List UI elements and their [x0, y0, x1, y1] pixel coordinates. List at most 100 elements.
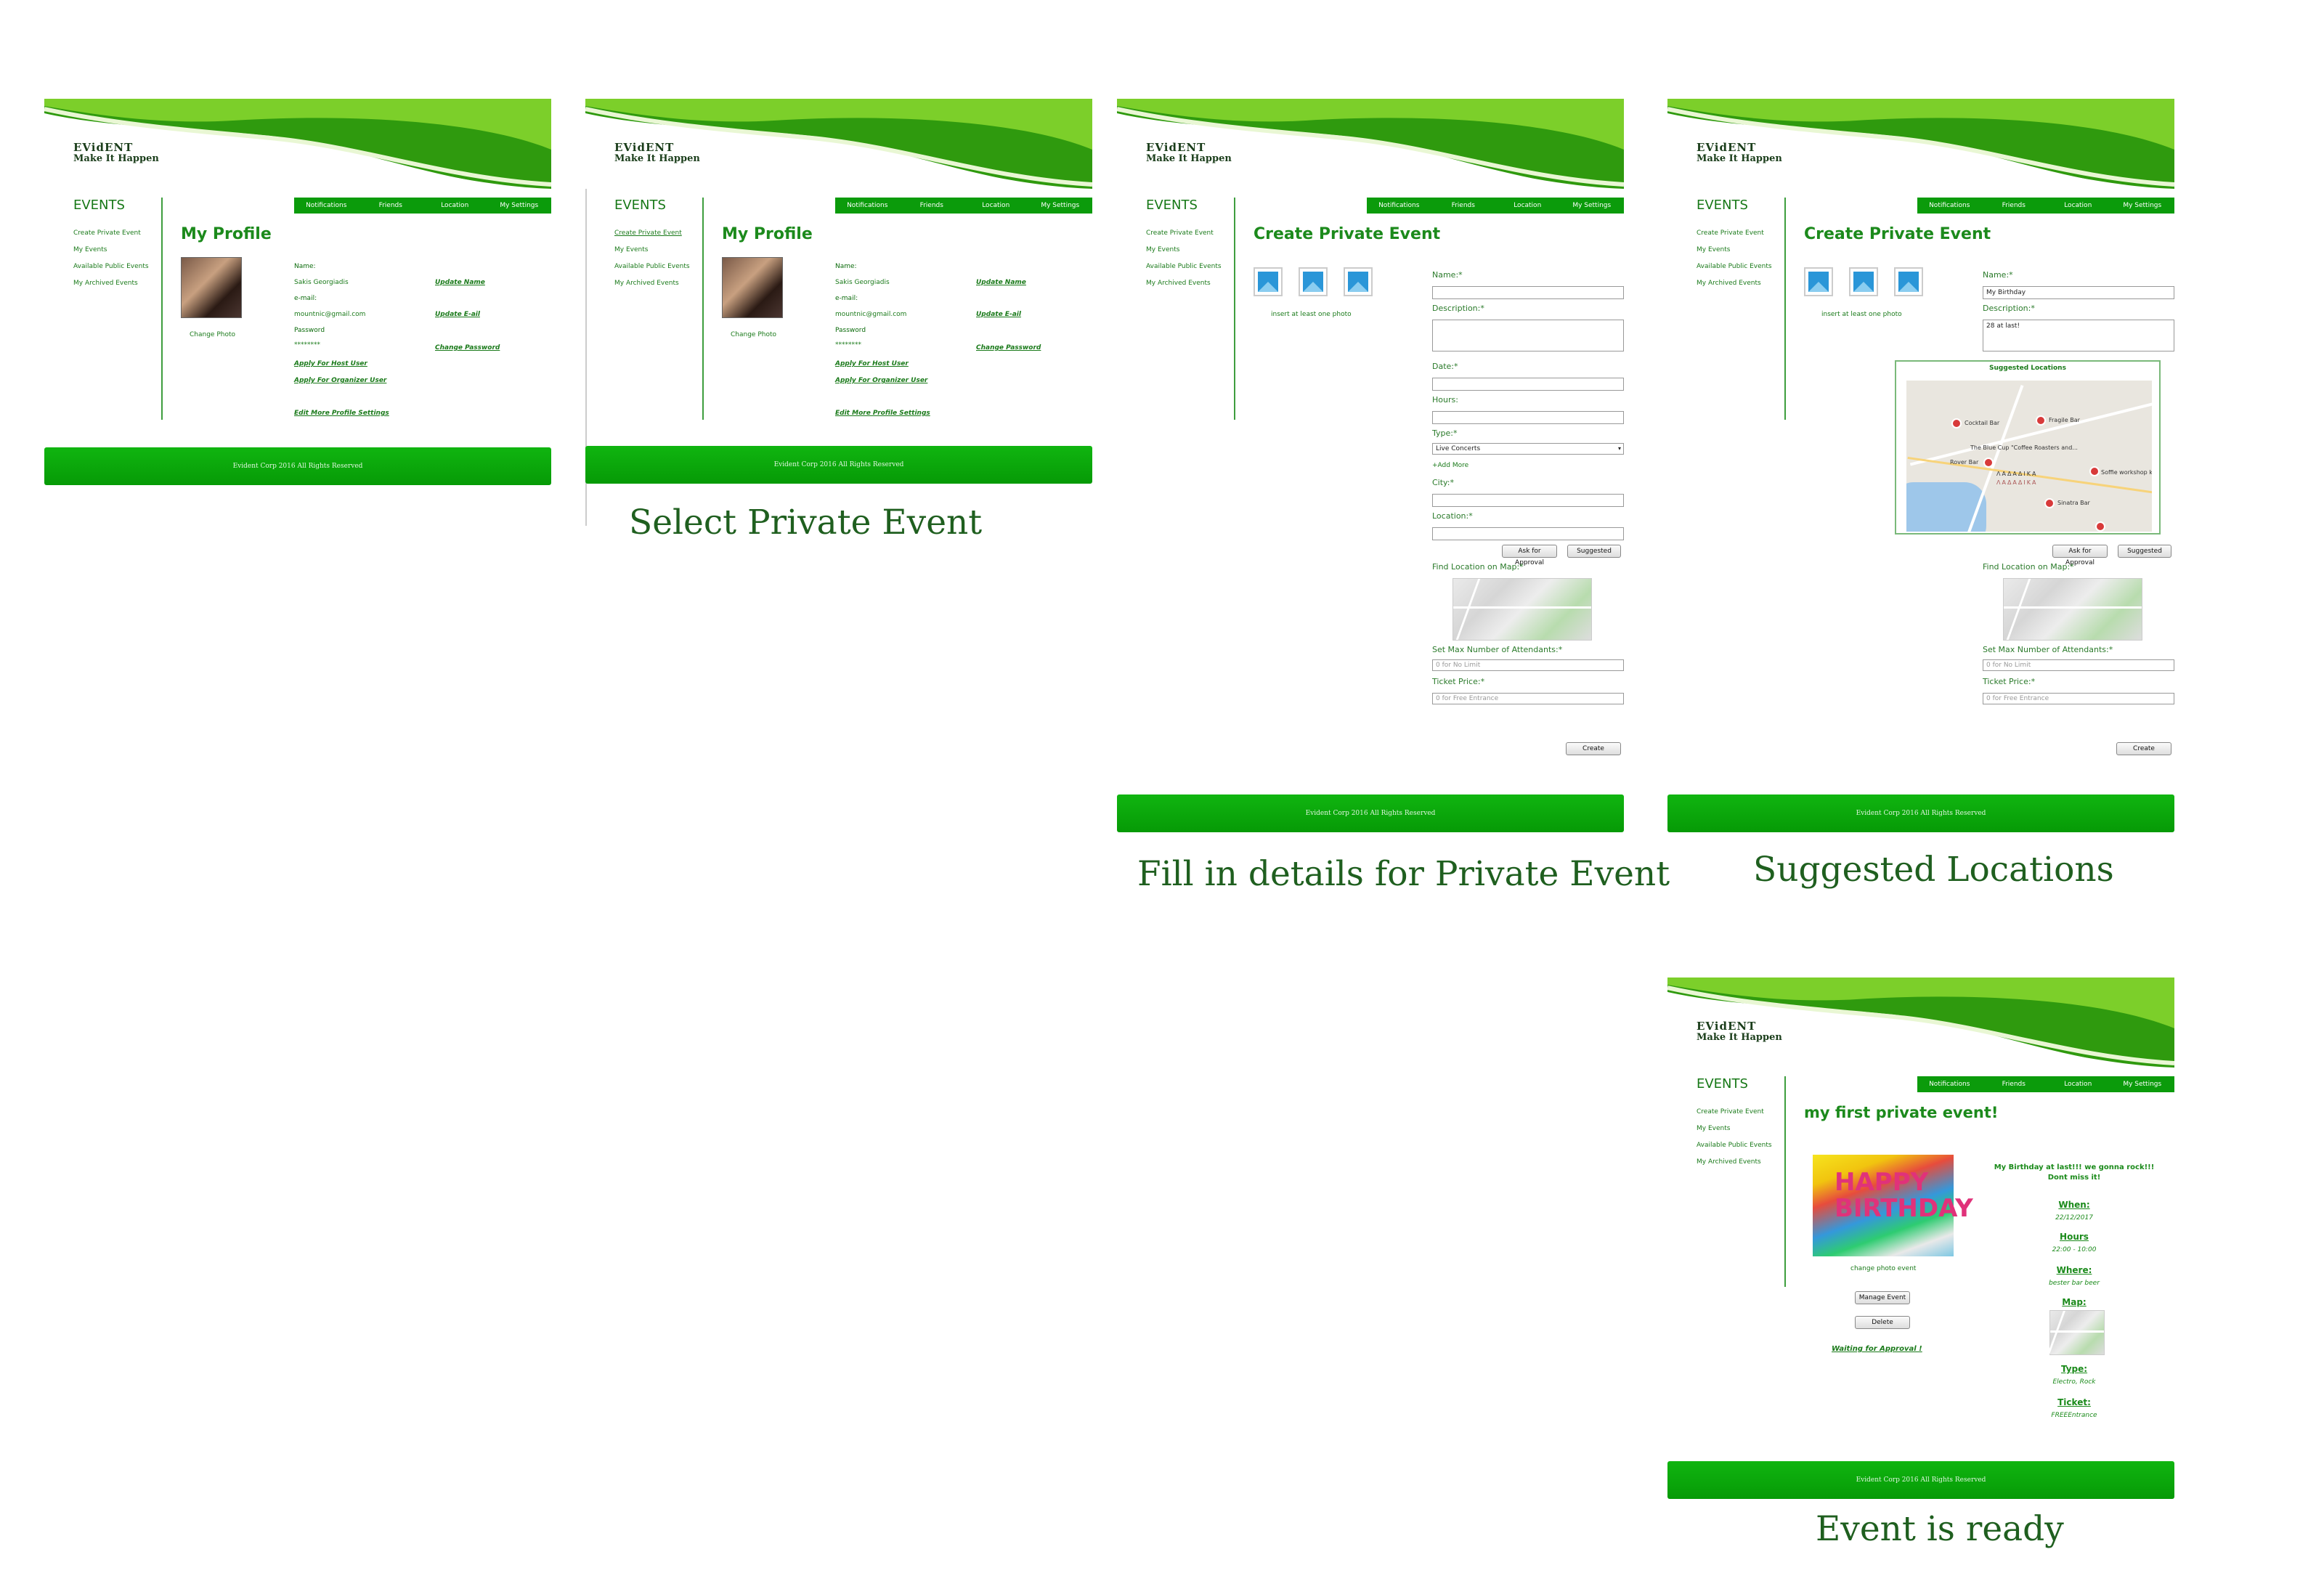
- apply-organizer-link[interactable]: Apply For Organizer User: [294, 377, 386, 384]
- edit-more-settings-link[interactable]: Edit More Profile Settings: [835, 410, 930, 417]
- name-input[interactable]: [1432, 286, 1624, 299]
- waiting-approval-link[interactable]: Waiting for Approval !: [1832, 1345, 1922, 1353]
- nav-location[interactable]: Location: [2046, 1076, 2110, 1092]
- image-placeholder-icon[interactable]: [1804, 267, 1833, 296]
- change-password-link[interactable]: Change Password: [435, 344, 500, 351]
- ask-approval-button[interactable]: Ask for Approval: [2052, 545, 2108, 566]
- map-pin-icon[interactable]: [2095, 521, 2105, 532]
- brand-logo[interactable]: EVidENT Make It Happen: [73, 141, 159, 164]
- update-email-link[interactable]: Update E-ail: [435, 311, 480, 318]
- sidebar-item-my-events[interactable]: My Events: [614, 246, 709, 263]
- image-placeholder-icon[interactable]: [1894, 267, 1923, 296]
- ticket-price-input[interactable]: 0 for Free Entrance: [1983, 693, 2174, 704]
- suggested-button[interactable]: Suggested: [1567, 545, 1621, 558]
- sidebar-item-create-private-event[interactable]: Create Private Event: [1697, 229, 1791, 246]
- sidebar-item-create-private-event[interactable]: Create Private Event: [73, 229, 168, 246]
- brand-logo[interactable]: EVidENT Make It Happen: [1697, 1020, 1782, 1043]
- sidebar-item-available-public-events[interactable]: Available Public Events: [614, 263, 709, 280]
- sidebar-item-create-private-event[interactable]: Create Private Event: [1146, 229, 1240, 246]
- nav-friends[interactable]: Friends: [900, 198, 964, 214]
- nav-notifications[interactable]: Notifications: [294, 198, 359, 214]
- map-thumbnail[interactable]: [2003, 578, 2142, 641]
- image-placeholder-icon[interactable]: [1344, 267, 1373, 296]
- city-input[interactable]: [1432, 494, 1624, 507]
- nav-location[interactable]: Location: [423, 198, 487, 214]
- nav-notifications[interactable]: Notifications: [1917, 198, 1982, 214]
- ticket-price-input[interactable]: 0 for Free Entrance: [1432, 693, 1624, 704]
- date-input[interactable]: [1432, 378, 1624, 391]
- nav-notifications[interactable]: Notifications: [1367, 198, 1431, 214]
- apply-organizer-link[interactable]: Apply For Organizer User: [835, 377, 927, 384]
- nav-friends[interactable]: Friends: [1431, 198, 1496, 214]
- map-pin-icon[interactable]: [2036, 415, 2046, 426]
- change-password-link[interactable]: Change Password: [976, 344, 1041, 351]
- update-name-link[interactable]: Update Name: [435, 279, 485, 286]
- nav-location[interactable]: Location: [964, 198, 1028, 214]
- apply-host-link[interactable]: Apply For Host User: [835, 360, 909, 367]
- max-attendants-input[interactable]: 0 for No Limit: [1432, 659, 1624, 671]
- sidebar-item-my-events[interactable]: My Events: [1697, 246, 1791, 263]
- brand-logo[interactable]: EVidENT Make It Happen: [1697, 141, 1782, 164]
- name-input[interactable]: My Birthday: [1983, 286, 2174, 299]
- nav-friends[interactable]: Friends: [1982, 1076, 2047, 1092]
- sidebar-item-available-public-events[interactable]: Available Public Events: [1697, 1142, 1791, 1158]
- sidebar-item-my-archived-events[interactable]: My Archived Events: [1697, 1158, 1791, 1175]
- add-more-link[interactable]: +Add More: [1432, 462, 1468, 469]
- max-attendants-input[interactable]: 0 for No Limit: [1983, 659, 2174, 671]
- nav-notifications[interactable]: Notifications: [1917, 1076, 1982, 1092]
- nav-notifications[interactable]: Notifications: [835, 198, 900, 214]
- map-pin-icon[interactable]: [1951, 418, 1962, 428]
- event-map-thumbnail[interactable]: [2049, 1310, 2105, 1355]
- type-select[interactable]: Live Concerts ▾: [1432, 443, 1624, 455]
- delete-button[interactable]: Delete: [1855, 1316, 1910, 1329]
- update-name-link[interactable]: Update Name: [976, 279, 1026, 286]
- sidebar-item-create-private-event[interactable]: Create Private Event: [614, 229, 709, 246]
- sidebar-item-create-private-event[interactable]: Create Private Event: [1697, 1108, 1791, 1125]
- nav-friends[interactable]: Friends: [359, 198, 423, 214]
- ask-approval-button[interactable]: Ask for Approval: [1502, 545, 1557, 566]
- sidebar-item-my-events[interactable]: My Events: [73, 246, 168, 263]
- sidebar-item-my-events[interactable]: My Events: [1146, 246, 1240, 263]
- create-button[interactable]: Create: [2116, 742, 2171, 755]
- map-thumbnail[interactable]: [1452, 578, 1592, 641]
- suggested-locations-map[interactable]: Cocktail Bar Fragile Bar The Blue Cup "C…: [1906, 381, 2152, 532]
- sidebar-item-my-archived-events[interactable]: My Archived Events: [1697, 280, 1791, 296]
- image-placeholder-icon[interactable]: [1299, 267, 1328, 296]
- nav-friends[interactable]: Friends: [1982, 198, 2047, 214]
- sidebar-item-my-events[interactable]: My Events: [1697, 1125, 1791, 1142]
- change-photo-event-link[interactable]: change photo event: [1850, 1265, 1916, 1272]
- sidebar-item-my-archived-events[interactable]: My Archived Events: [614, 280, 709, 296]
- manage-event-button[interactable]: Manage Event: [1855, 1291, 1910, 1304]
- suggested-button[interactable]: Suggested: [2118, 545, 2171, 558]
- sidebar-item-my-archived-events[interactable]: My Archived Events: [73, 280, 168, 296]
- nav-my-settings[interactable]: My Settings: [1560, 198, 1625, 214]
- change-photo-link[interactable]: Change Photo: [731, 331, 776, 338]
- map-pin-icon[interactable]: [2089, 466, 2100, 476]
- description-input[interactable]: [1432, 320, 1624, 351]
- apply-host-link[interactable]: Apply For Host User: [294, 360, 367, 367]
- update-email-link[interactable]: Update E-ail: [976, 311, 1021, 318]
- create-button[interactable]: Create: [1566, 742, 1621, 755]
- nav-my-settings[interactable]: My Settings: [2110, 198, 2175, 214]
- sidebar-item-available-public-events[interactable]: Available Public Events: [1697, 263, 1791, 280]
- change-photo-link[interactable]: Change Photo: [190, 331, 235, 338]
- sidebar-item-available-public-events[interactable]: Available Public Events: [73, 263, 168, 280]
- description-input[interactable]: 28 at last!: [1983, 320, 2174, 351]
- nav-my-settings[interactable]: My Settings: [1028, 198, 1093, 214]
- location-input[interactable]: [1432, 527, 1624, 540]
- nav-location[interactable]: Location: [2046, 198, 2110, 214]
- sidebar-item-my-archived-events[interactable]: My Archived Events: [1146, 280, 1240, 296]
- brand-logo[interactable]: EVidENT Make It Happen: [614, 141, 700, 164]
- map-pin-icon[interactable]: [1983, 458, 1994, 468]
- image-placeholder-icon[interactable]: [1254, 267, 1283, 296]
- image-placeholder-icon[interactable]: [1849, 267, 1878, 296]
- map-pin-icon[interactable]: [2044, 498, 2055, 508]
- edit-more-settings-link[interactable]: Edit More Profile Settings: [294, 410, 389, 417]
- city-label: City:*: [1432, 478, 1454, 487]
- hours-input[interactable]: [1432, 411, 1624, 424]
- nav-location[interactable]: Location: [1495, 198, 1560, 214]
- brand-logo[interactable]: EVidENT Make It Happen: [1146, 141, 1232, 164]
- sidebar-item-available-public-events[interactable]: Available Public Events: [1146, 263, 1240, 280]
- nav-my-settings[interactable]: My Settings: [487, 198, 552, 214]
- nav-my-settings[interactable]: My Settings: [2110, 1076, 2175, 1092]
